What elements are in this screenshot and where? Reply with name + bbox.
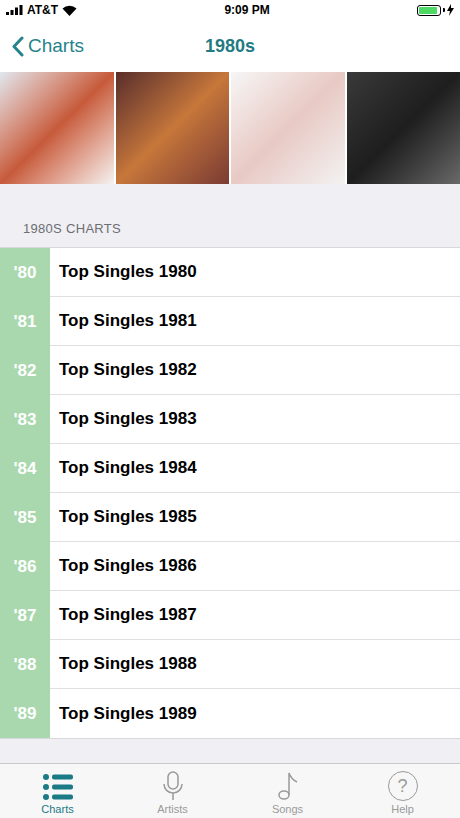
tab[interactable]: Songs (230, 764, 345, 818)
status-left: AT&T (6, 1, 77, 19)
year-badge-text: '86 (14, 554, 37, 580)
row-title-cell: Top Singles 1984 (50, 444, 460, 493)
year-badge-text: '88 (14, 652, 37, 678)
year-badge-text: '84 (14, 456, 37, 482)
year-badge-text: '81 (14, 309, 37, 335)
help-icon: ? (388, 771, 418, 801)
tab-label[interactable]: Artists (157, 803, 188, 816)
year-badge: '84 (0, 444, 50, 493)
album-strip (0, 72, 460, 184)
album-cover[interactable] (231, 72, 345, 184)
row-title[interactable]: Top Singles 1987 (59, 602, 197, 628)
year-badge-text: '85 (14, 505, 37, 531)
chart-row[interactable]: '82 Top Singles 1982 (0, 346, 460, 395)
row-title-cell: Top Singles 1985 (50, 493, 460, 542)
year-badge: '81 (0, 297, 50, 346)
status-bar: AT&T 9:09 PM (0, 0, 460, 20)
back-button[interactable]: Charts (0, 32, 84, 61)
year-badge: '82 (0, 346, 50, 395)
chevron-left-icon (12, 36, 24, 57)
album-cover[interactable] (0, 72, 114, 184)
year-badge: '87 (0, 591, 50, 640)
tab-label[interactable]: Songs (272, 803, 303, 816)
row-title[interactable]: Top Singles 1982 (59, 357, 197, 383)
chart-row[interactable]: '83 Top Singles 1983 (0, 395, 460, 444)
year-badge-text: '80 (14, 260, 37, 286)
row-title[interactable]: Top Singles 1981 (59, 308, 197, 334)
album-cover[interactable] (347, 72, 460, 184)
row-title-cell: Top Singles 1988 (50, 640, 460, 689)
year-badge: '85 (0, 493, 50, 542)
chart-row[interactable]: '87 Top Singles 1987 (0, 591, 460, 640)
chart-row[interactable]: '89 Top Singles 1989 (0, 689, 460, 738)
row-title[interactable]: Top Singles 1983 (59, 406, 197, 432)
row-title[interactable]: Top Singles 1985 (59, 504, 197, 530)
row-title-cell: Top Singles 1980 (50, 248, 460, 297)
row-title-cell: Top Singles 1982 (50, 346, 460, 395)
year-badge: '89 (0, 689, 50, 738)
year-badge-text: '83 (14, 407, 37, 433)
nav-bar: Charts 1980s (0, 20, 460, 72)
year-badge: '80 (0, 248, 50, 297)
chart-row[interactable]: '81 Top Singles 1981 (0, 297, 460, 346)
chart-row[interactable]: '80 Top Singles 1980 (0, 248, 460, 297)
music-note-icon (277, 771, 299, 801)
album-cover[interactable] (116, 72, 230, 184)
row-title-cell: Top Singles 1987 (50, 591, 460, 640)
row-title-cell: Top Singles 1989 (50, 689, 460, 738)
tab-label[interactable]: Help (391, 803, 414, 816)
status-right (417, 4, 454, 16)
year-badge-text: '89 (14, 701, 37, 727)
battery-fill (419, 7, 437, 14)
battery-tip (443, 8, 445, 12)
back-label[interactable]: Charts (28, 32, 84, 61)
microphone-icon (162, 771, 184, 801)
charging-icon (447, 4, 454, 16)
row-title-cell: Top Singles 1986 (50, 542, 460, 591)
tab-label[interactable]: Charts (41, 803, 73, 816)
chart-row[interactable]: '85 Top Singles 1985 (0, 493, 460, 542)
list-icon (42, 773, 74, 801)
section-title: 1980S CHARTS (23, 219, 121, 239)
spacer (0, 739, 460, 763)
year-badge: '86 (0, 542, 50, 591)
chart-row[interactable]: '84 Top Singles 1984 (0, 444, 460, 493)
row-title-cell: Top Singles 1981 (50, 297, 460, 346)
wifi-icon (62, 5, 77, 16)
carrier: AT&T (27, 1, 58, 19)
tab[interactable]: Artists (115, 764, 230, 818)
year-badge-text: '87 (14, 603, 37, 629)
chart-row[interactable]: '86 Top Singles 1986 (0, 542, 460, 591)
row-title-cell: Top Singles 1983 (50, 395, 460, 444)
signal-icon (6, 5, 23, 15)
chart-row[interactable]: '88 Top Singles 1988 (0, 640, 460, 689)
year-badge: '88 (0, 640, 50, 689)
row-title[interactable]: Top Singles 1980 (59, 259, 197, 285)
row-title[interactable]: Top Singles 1984 (59, 455, 197, 481)
tab[interactable]: Charts (0, 764, 115, 818)
year-badge: '83 (0, 395, 50, 444)
row-title[interactable]: Top Singles 1988 (59, 651, 197, 677)
row-title[interactable]: Top Singles 1986 (59, 553, 197, 579)
clock: 9:09 PM (224, 1, 269, 19)
year-badge-text: '82 (14, 358, 37, 384)
chart-list: '80Top Singles 1980'81Top Singles 1981'8… (0, 247, 460, 739)
row-title[interactable]: Top Singles 1989 (59, 701, 197, 727)
nav-title: 1980s (150, 33, 310, 60)
tab[interactable]: ? Help (345, 764, 460, 818)
section-header: 1980S CHARTS (0, 184, 460, 247)
battery (417, 5, 441, 16)
tab-bar: Charts Artists Songs? Help (0, 763, 460, 818)
help-glyph: ? (397, 777, 407, 795)
